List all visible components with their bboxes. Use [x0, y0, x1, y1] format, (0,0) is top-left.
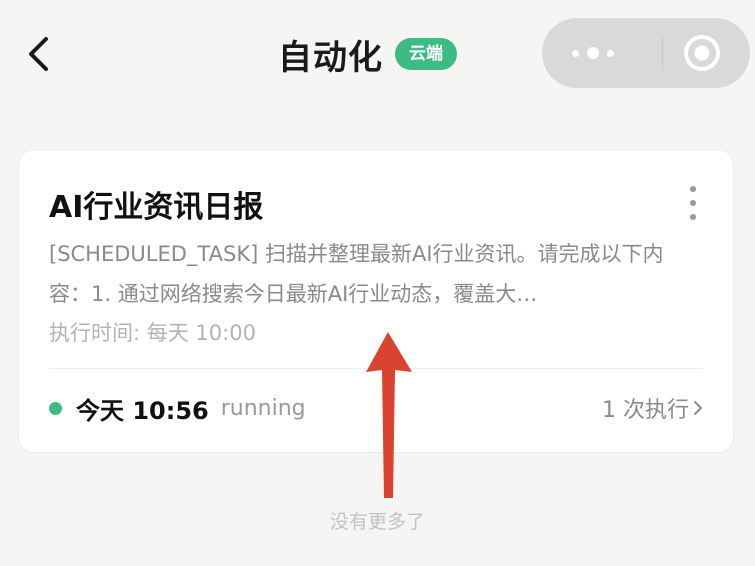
- status-dot: [49, 401, 62, 415]
- task-schedule: 执行时间: 每天 10:00: [49, 321, 256, 345]
- chevron-right-icon: [694, 401, 702, 415]
- back-arrow-icon: [29, 37, 48, 71]
- capsule-menu-icon[interactable]: [572, 47, 614, 59]
- run-status: 今天 10:56 running: [49, 391, 306, 426]
- cloud-badge: 云端: [395, 38, 457, 70]
- page-title: 自动化: [278, 37, 383, 78]
- annotation-arrow: [366, 332, 412, 498]
- run-count: 1 次执行: [602, 398, 689, 423]
- task-description: [SCHEDULED_TASK] 扫描并整理最新AI行业资讯。请完成以下内容：1…: [49, 242, 664, 306]
- run-state: running: [220, 395, 306, 421]
- task-title: AI行业资讯日报: [49, 190, 264, 225]
- more-dots-icon[interactable]: [683, 186, 703, 220]
- mini-program-capsule: [542, 18, 750, 88]
- no-more-text: 没有更多了: [329, 511, 425, 533]
- capsule-divider: [661, 36, 663, 70]
- header-title-group: 自动化 云端: [278, 30, 457, 78]
- last-run-time: 今天 10:56: [76, 396, 209, 425]
- record-circle-icon[interactable]: [682, 33, 722, 73]
- run-history-link[interactable]: 1 次执行: [602, 392, 703, 424]
- back-button[interactable]: [20, 34, 56, 74]
